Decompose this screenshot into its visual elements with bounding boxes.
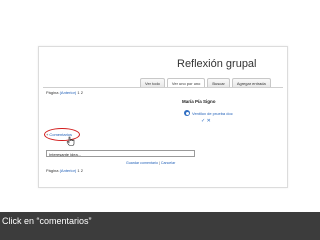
pager-top: Página (Anterior) 1 2	[46, 90, 83, 95]
moodle-screenshot: Reflexión grupal Ver todo Ver uno por un…	[38, 46, 288, 188]
tab-divider	[43, 87, 283, 88]
pager-prev-link[interactable]: (Anterior)	[60, 90, 77, 95]
tab-buscar[interactable]: Buscar	[207, 78, 230, 87]
tab-ver-uno-por-uno[interactable]: Ver uno por uno	[166, 78, 206, 87]
actions-separator: |	[158, 161, 160, 165]
caption-bar: Click en “comentarios”	[0, 212, 320, 240]
caption-text: Click en “comentarios”	[2, 216, 92, 226]
tab-agregar-entrada[interactable]: Agregar entrada	[231, 78, 271, 87]
link-icon	[184, 110, 190, 116]
pager-label-bottom: Página	[46, 168, 59, 173]
comment-actions: Guardar comentario | Cancelar	[126, 161, 175, 165]
pager-bottom: Página (Anterior) 1 2	[46, 168, 83, 173]
pager-pages-bottom[interactable]: 1 2	[77, 168, 83, 173]
entry-post-link[interactable]: Ventilox de prueba doc	[192, 111, 233, 116]
hand-cursor-icon	[66, 136, 75, 146]
view-tabs: Ver todo Ver uno por uno Buscar Agregar …	[138, 76, 271, 87]
cancel-comment-link[interactable]: Cancelar	[161, 161, 175, 165]
pager-pages[interactable]: 1 2	[77, 90, 83, 95]
page-title: Reflexión grupal	[177, 58, 257, 70]
entry-author: María Pía Signo	[182, 99, 216, 104]
pager-label: Página	[46, 90, 59, 95]
edit-delete-icons[interactable]: ✓ ✕	[201, 118, 211, 124]
entry-post-row: Ventilox de prueba doc	[184, 110, 233, 116]
save-comment-link[interactable]: Guardar comentario	[126, 161, 158, 165]
pager-prev-link-bottom[interactable]: (Anterior)	[60, 168, 77, 173]
tab-ver-todo[interactable]: Ver todo	[140, 78, 165, 87]
comment-input[interactable]: Interesante idea...	[46, 150, 195, 157]
